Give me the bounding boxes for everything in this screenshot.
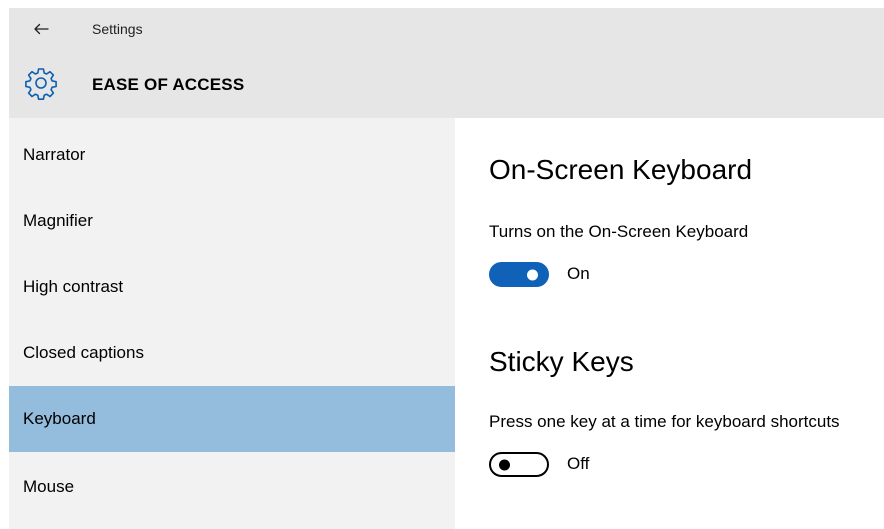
settings-window: Settings EASE OF ACCESS Narrator Magnifi… xyxy=(0,0,884,529)
sidebar-item-label: High contrast xyxy=(23,277,124,296)
sticky-keys-toggle[interactable] xyxy=(489,452,549,477)
sidebar-item-high-contrast[interactable]: High contrast xyxy=(9,254,455,320)
sticky-keys-title: Sticky Keys xyxy=(489,346,634,377)
sidebar-item-closed-captions[interactable]: Closed captions xyxy=(9,320,455,386)
on-screen-keyboard-title: On-Screen Keyboard xyxy=(489,154,753,185)
window-title: Settings xyxy=(92,21,143,37)
on-screen-keyboard-toggle[interactable] xyxy=(489,262,549,287)
page-title: EASE OF ACCESS xyxy=(92,75,245,94)
toggle-knob xyxy=(499,459,510,470)
back-arrow-icon xyxy=(34,23,49,35)
sticky-keys-description: Press one key at a time for keyboard sho… xyxy=(489,412,840,431)
on-screen-keyboard-state: On xyxy=(567,264,590,283)
sidebar-item-label: Narrator xyxy=(23,145,86,164)
sidebar-item-label: Magnifier xyxy=(23,211,93,230)
sidebar-item-magnifier[interactable]: Magnifier xyxy=(9,188,455,254)
toggle-knob xyxy=(527,269,538,280)
gear-icon xyxy=(25,68,57,100)
on-screen-keyboard-description: Turns on the On-Screen Keyboard xyxy=(489,222,749,241)
sidebar-item-label: Closed captions xyxy=(23,343,144,362)
sidebar-item-label: Keyboard xyxy=(23,409,96,428)
sticky-keys-state: Off xyxy=(567,454,590,473)
sidebar-item-mouse[interactable]: Mouse xyxy=(9,454,455,520)
sidebar-item-label: Mouse xyxy=(23,477,75,496)
sidebar-item-keyboard[interactable]: Keyboard xyxy=(9,386,455,452)
back-button[interactable] xyxy=(27,17,55,41)
sidebar-item-narrator[interactable]: Narrator xyxy=(9,122,455,188)
content-pane: On-Screen Keyboard Turns on the On-Scree… xyxy=(455,118,884,529)
header-bar: Settings EASE OF ACCESS xyxy=(9,8,884,118)
window-edge xyxy=(0,0,9,529)
sidebar: Narrator Magnifier High contrast Closed … xyxy=(9,118,455,529)
